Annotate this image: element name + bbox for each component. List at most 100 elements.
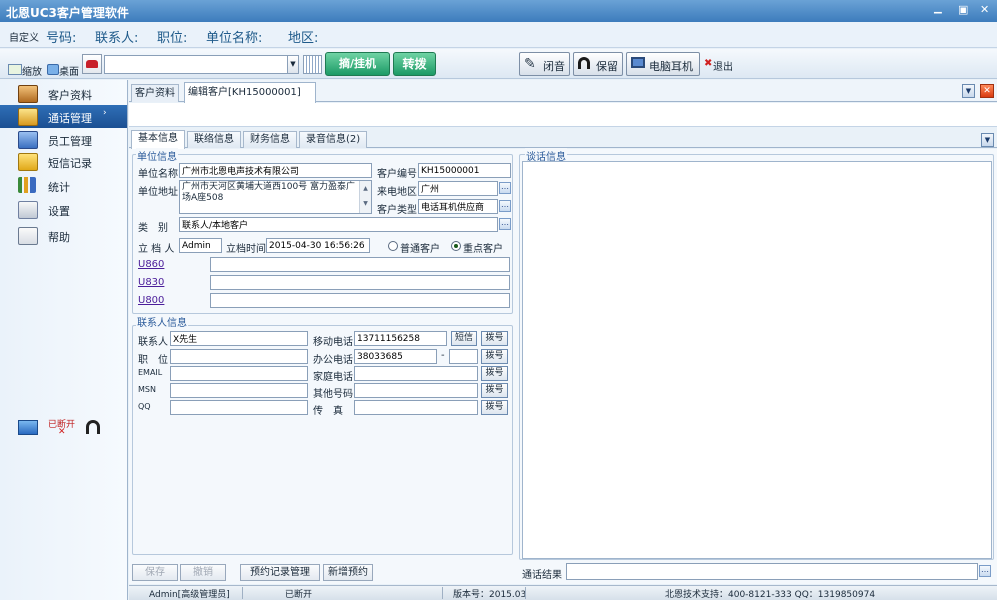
info-region-label: 地区: [288, 31, 319, 46]
subtab-contact[interactable]: 联络信息 [187, 131, 241, 148]
fax-label: 传 真 [313, 406, 343, 417]
info-phone-label: 号码: [46, 31, 77, 46]
contact-person-label: 联系人 [138, 337, 168, 348]
appointment-manage-button[interactable]: 预约记录管理 [240, 564, 320, 581]
dial-home-button[interactable]: 拨号 [481, 366, 508, 381]
dial-number-input[interactable] [104, 55, 288, 74]
home-phone-label: 家庭电话 [313, 372, 353, 383]
talk-info-textarea[interactable] [522, 161, 992, 559]
contact-position-input[interactable] [170, 349, 308, 364]
contact-position-label: 职 位 [138, 355, 168, 366]
link-u830[interactable]: U830 [138, 277, 164, 288]
dial-fax-button[interactable]: 拨号 [481, 400, 508, 415]
toolbar: 缩放 桌面 ▼ 摘/挂机 转拨 ✎ 闭音 保留 电脑耳机 ✖ 退出 [0, 49, 997, 79]
u830-input[interactable] [210, 275, 510, 290]
transfer-button[interactable]: 转拨 [393, 52, 436, 76]
tab-edit-customer[interactable]: 编辑客户[KH15000001] [184, 82, 316, 103]
new-appointment-button[interactable]: 新增预约 [323, 564, 373, 581]
shrink-icon[interactable] [8, 64, 22, 75]
status-version: 版本号：2015.03 [453, 590, 527, 600]
subtab-dropdown-button[interactable]: ▼ [981, 133, 994, 147]
other-number-input[interactable] [354, 383, 478, 398]
computer-icon [631, 57, 645, 68]
contact-email-input[interactable] [170, 366, 308, 381]
dial-office-button[interactable]: 拨号 [481, 349, 508, 364]
staff-icon [18, 131, 38, 149]
exit-label[interactable]: 退出 [713, 58, 733, 73]
hold-label: 保留 [596, 60, 618, 73]
address-scrollbar[interactable]: ▲ ▼ [359, 181, 371, 213]
subtab-basic[interactable]: 基本信息 [131, 130, 185, 149]
link-u800[interactable]: U800 [138, 295, 164, 306]
category-picker-button[interactable]: … [499, 218, 511, 230]
headset-button[interactable]: 电脑耳机 [626, 52, 700, 76]
call-result-picker-button[interactable]: … [979, 565, 991, 577]
sidebar-item-staff[interactable]: 员工管理 [0, 128, 127, 151]
hangup-button[interactable]: 摘/挂机 [325, 52, 390, 76]
subtab-finance[interactable]: 财务信息 [243, 131, 297, 148]
sidebar-item-customers[interactable]: 客户资料 [0, 82, 127, 105]
phone-icon[interactable] [82, 54, 102, 74]
link-u860[interactable]: U860 [138, 259, 164, 270]
maximize-icon[interactable]: ▣ [958, 3, 968, 16]
call-region-picker-button[interactable]: … [499, 182, 511, 194]
category-input[interactable] [179, 217, 498, 232]
sidebar-item-statistics[interactable]: 统计 [0, 174, 127, 197]
sidebar-item-help[interactable]: 帮助 [0, 224, 127, 247]
tab-dropdown-button[interactable]: ▼ [962, 84, 975, 98]
fax-input[interactable] [354, 400, 478, 415]
office-phone-label: 办公电话 [313, 355, 353, 366]
contact-msn-input[interactable] [170, 383, 308, 398]
home-phone-input[interactable] [354, 366, 478, 381]
contact-qq-label: QQ [138, 402, 151, 411]
minimize-icon[interactable]: ▁ [934, 3, 942, 14]
custom-label[interactable]: 自定义 [9, 29, 39, 44]
call-result-input[interactable] [566, 563, 978, 580]
undo-button[interactable]: 撤销 [180, 564, 226, 581]
unit-address-textarea[interactable]: 广州市天河区黄埔大道西100号 富力盈泰广场A座508 ▲ ▼ [179, 180, 372, 214]
exit-icon[interactable]: ✖ [704, 58, 712, 69]
dial-mobile-button[interactable]: 拨号 [481, 331, 508, 346]
customer-type-label: 客户类型 [377, 205, 417, 216]
tab-close-button[interactable]: ✕ [980, 84, 994, 98]
radio-key-label: 重点客户 [463, 244, 503, 255]
mute-icon: ✎ [524, 56, 536, 72]
sidebar-item-sms[interactable]: 短信记录 [0, 150, 127, 173]
office-phone-input[interactable] [354, 349, 437, 364]
desktop-label[interactable]: 桌面 [59, 63, 79, 78]
close-icon[interactable]: ✕ [980, 3, 989, 16]
create-time-input[interactable] [266, 238, 370, 253]
customer-code-input[interactable] [418, 163, 511, 178]
contact-person-input[interactable] [170, 331, 308, 346]
mute-label: 闭音 [543, 60, 565, 73]
call-region-input[interactable] [418, 181, 498, 196]
customer-type-picker-button[interactable]: … [499, 200, 511, 212]
radio-normal-customer[interactable] [388, 241, 398, 251]
unit-name-input[interactable] [179, 163, 372, 178]
sms-button[interactable]: 短信 [451, 331, 477, 346]
sidebar-item-settings[interactable]: 设置 [0, 198, 127, 221]
tab-customers[interactable]: 客户资料 [131, 84, 179, 102]
dial-dropdown-button[interactable]: ▼ [287, 55, 299, 74]
monitor-icon [18, 420, 38, 435]
mobile-input[interactable] [354, 331, 447, 346]
office-ext-input[interactable] [449, 349, 478, 364]
call-region-label: 来电地区 [377, 187, 417, 198]
desktop-icon[interactable] [47, 64, 59, 75]
mute-button[interactable]: ✎ 闭音 [519, 52, 570, 76]
subtab-recording[interactable]: 录音信息(2) [299, 131, 368, 148]
save-button[interactable]: 保存 [132, 564, 178, 581]
contact-qq-input[interactable] [170, 400, 308, 415]
shrink-label[interactable]: 缩放 [22, 63, 42, 78]
customer-type-input[interactable] [418, 199, 498, 214]
keypad-icon[interactable] [303, 55, 322, 74]
hold-button[interactable]: 保留 [573, 52, 623, 76]
u860-input[interactable] [210, 257, 510, 272]
creator-input[interactable] [179, 238, 222, 253]
u800-input[interactable] [210, 293, 510, 308]
sidebar-item-calls[interactable]: 通话管理 › [0, 105, 127, 128]
radio-key-customer[interactable] [451, 241, 461, 251]
dial-other-button[interactable]: 拨号 [481, 383, 508, 398]
unit-address-label: 单位地址 [138, 187, 178, 198]
unit-address-text: 广州市天河区黄埔大道西100号 富力盈泰广场A座508 [182, 182, 356, 203]
